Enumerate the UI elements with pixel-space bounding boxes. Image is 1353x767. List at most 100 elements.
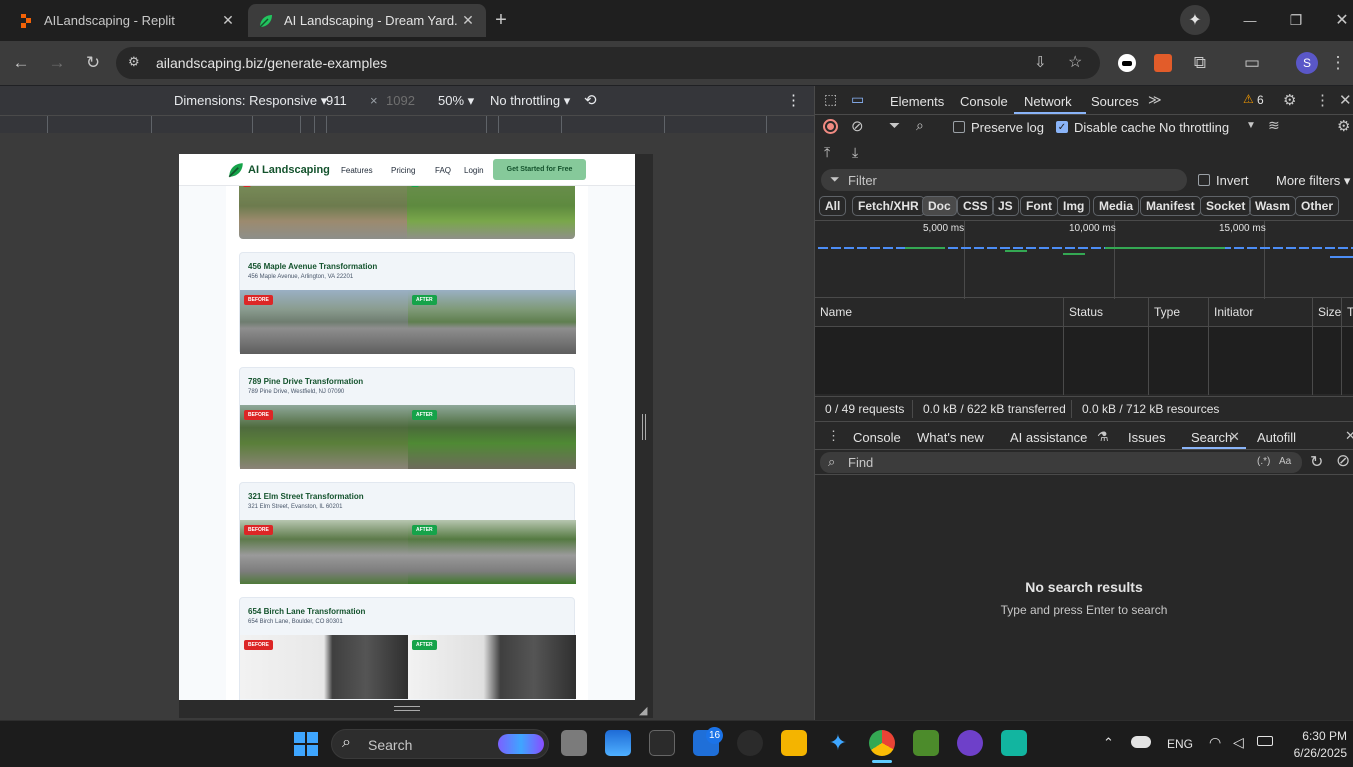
column-initiator[interactable]: Initiator xyxy=(1208,298,1313,326)
tab-ai-landscaping[interactable]: AI Landscaping - Dream Yard. Ir ✕ xyxy=(248,4,486,37)
chip-wasm[interactable]: Wasm xyxy=(1249,196,1296,216)
gemini-sparkle-icon[interactable]: ✦ xyxy=(1180,5,1210,35)
task-view-icon[interactable] xyxy=(561,730,587,756)
example-card[interactable]: 654 Birch Lane Transformation 654 Birch … xyxy=(239,597,576,700)
throttling-select[interactable]: No throttling xyxy=(1159,120,1229,135)
network-settings-icon[interactable]: ⚙ xyxy=(1337,117,1350,135)
chip-other[interactable]: Other xyxy=(1295,196,1340,216)
nav-features[interactable]: Features xyxy=(341,166,373,175)
dimensions-select[interactable]: Dimensions: Responsive ▾ xyxy=(174,93,327,109)
battery-icon[interactable] xyxy=(1257,736,1273,746)
menu-kebab-icon[interactable]: ⋮ xyxy=(1324,49,1352,77)
drawer-menu-icon[interactable]: ⋮ xyxy=(827,428,840,444)
chip-all[interactable]: All xyxy=(819,196,847,216)
close-tab-icon[interactable]: ✕ xyxy=(460,12,476,29)
match-case-toggle[interactable]: Aa xyxy=(1279,456,1291,467)
record-icon[interactable] xyxy=(823,119,838,134)
regex-toggle[interactable]: (.*) xyxy=(1257,456,1270,467)
chip-fetch-xhr[interactable]: Fetch/XHR xyxy=(852,196,925,216)
forward-icon[interactable]: → xyxy=(43,49,71,77)
clear-icon[interactable]: ⊘ xyxy=(851,117,864,135)
throttle-select[interactable]: No throttling ▾ xyxy=(490,93,570,109)
onedrive-cloud-icon[interactable] xyxy=(1131,736,1151,748)
drawer-tab-issues[interactable]: Issues xyxy=(1128,430,1166,445)
ace-extension-icon[interactable] xyxy=(1154,54,1172,72)
chip-img[interactable]: Img xyxy=(1057,196,1091,216)
preserve-log-checkbox[interactable] xyxy=(953,121,965,133)
devtools-tab-network[interactable]: Network xyxy=(1024,94,1072,109)
resize-handle-right[interactable] xyxy=(642,414,646,440)
column-type[interactable]: Type xyxy=(1148,298,1209,326)
extension-icon[interactable] xyxy=(1118,54,1136,72)
drawer-tab-ai-assistance[interactable]: AI assistance xyxy=(1010,430,1087,445)
more-tabs-icon[interactable]: ≫ xyxy=(1148,92,1162,108)
reload-icon[interactable]: ↻ xyxy=(79,49,107,77)
tab-replit[interactable]: AILandscaping - Replit ✕ xyxy=(8,4,246,37)
extensions-puzzle-icon[interactable]: ⧉ xyxy=(1186,49,1214,77)
install-app-icon[interactable]: ⇩ xyxy=(1034,53,1047,71)
photos-app-icon[interactable] xyxy=(605,730,631,756)
clear-search-icon[interactable]: ⊘ xyxy=(1336,451,1350,471)
taskbar-search[interactable]: ⌕ Search xyxy=(331,729,549,759)
wifi-icon[interactable]: ◠ xyxy=(1209,734,1221,751)
network-conditions-icon[interactable]: ≋ xyxy=(1268,117,1280,134)
windows-start-icon[interactable] xyxy=(294,732,318,756)
example-card[interactable]: 789 Pine Drive Transformation 789 Pine D… xyxy=(239,367,576,469)
drawer-tab-whats-new[interactable]: What's new xyxy=(917,430,984,445)
site-settings-icon[interactable]: ⚙ xyxy=(128,54,140,70)
resize-handle-bottom[interactable] xyxy=(394,706,420,711)
devtools-tab-console[interactable]: Console xyxy=(960,94,1008,109)
more-options-icon[interactable]: ⋮ xyxy=(786,91,801,109)
chip-socket[interactable]: Socket xyxy=(1200,196,1252,216)
minimize-button[interactable]: — xyxy=(1236,6,1264,34)
copilot-icon[interactable]: ✦ xyxy=(825,730,851,756)
close-search-tab-icon[interactable]: ✕ xyxy=(1229,429,1240,445)
more-filters-button[interactable]: More filters ▾ xyxy=(1276,173,1350,189)
chrome-icon[interactable] xyxy=(869,730,895,756)
inspect-element-icon[interactable]: ⬚ xyxy=(824,91,837,108)
cta-button[interactable]: Get Started for Free xyxy=(493,159,586,180)
refresh-search-icon[interactable]: ↻ xyxy=(1310,452,1323,472)
site-brand[interactable]: AI Landscaping xyxy=(248,164,330,176)
maximize-button[interactable]: ❐ xyxy=(1282,6,1310,34)
side-panel-icon[interactable]: ▭ xyxy=(1238,49,1266,77)
example-card[interactable]: 321 Elm Street Transformation 321 Elm St… xyxy=(239,482,576,584)
device-toggle-icon[interactable]: ▭ xyxy=(851,91,864,108)
chip-manifest[interactable]: Manifest xyxy=(1140,196,1201,216)
zoom-select[interactable]: 50% ▾ xyxy=(438,93,474,109)
close-tab-icon[interactable]: ✕ xyxy=(220,12,236,29)
disable-cache-checkbox[interactable]: ✓ xyxy=(1056,121,1068,133)
nav-faq[interactable]: FAQ xyxy=(435,166,451,175)
drawer-tab-console[interactable]: Console xyxy=(853,430,901,445)
devtools-menu-icon[interactable]: ⋮ xyxy=(1315,91,1330,109)
bookmark-star-icon[interactable]: ☆ xyxy=(1068,52,1082,72)
invert-checkbox[interactable] xyxy=(1198,174,1210,186)
find-input[interactable]: ⌕ Find (.*) Aa xyxy=(820,452,1302,473)
chip-font[interactable]: Font xyxy=(1020,196,1058,216)
resize-corner-icon[interactable]: ◢ xyxy=(639,704,647,717)
close-devtools-icon[interactable]: ✕ xyxy=(1339,91,1352,109)
filter-funnel-icon[interactable]: ⏷ xyxy=(889,117,900,134)
replit-app-icon[interactable] xyxy=(737,730,763,756)
chip-media[interactable]: Media xyxy=(1093,196,1140,216)
clock-date[interactable]: 6/26/2025 xyxy=(1281,746,1347,760)
example-card[interactable]: 456 Maple Avenue Transformation 456 Mapl… xyxy=(239,252,576,354)
nav-pricing[interactable]: Pricing xyxy=(391,166,415,175)
column-name[interactable]: Name xyxy=(815,298,1064,326)
address-bar[interactable]: ⚙ ailandscaping.biz/generate-examples ⇩ … xyxy=(116,47,1100,79)
nav-login[interactable]: Login xyxy=(464,166,484,175)
devtools-tab-elements[interactable]: Elements xyxy=(890,94,944,109)
close-drawer-icon[interactable]: ✕ xyxy=(1345,428,1353,444)
new-tab-button[interactable]: + xyxy=(487,6,515,34)
chip-js[interactable]: JS xyxy=(992,196,1019,216)
chevron-down-icon[interactable]: ▼ xyxy=(1246,120,1256,131)
pycharm-icon[interactable] xyxy=(1001,730,1027,756)
chip-doc[interactable]: Doc xyxy=(922,196,957,216)
search-icon[interactable]: ⌕ xyxy=(916,117,924,134)
chip-css[interactable]: CSS xyxy=(957,196,994,216)
column-status[interactable]: Status xyxy=(1063,298,1149,326)
close-window-button[interactable]: ✕ xyxy=(1328,6,1353,34)
export-har-icon[interactable]: ⤓ xyxy=(852,144,858,161)
import-har-icon[interactable]: ⤒ xyxy=(824,144,830,161)
profile-avatar[interactable]: S xyxy=(1296,52,1318,74)
